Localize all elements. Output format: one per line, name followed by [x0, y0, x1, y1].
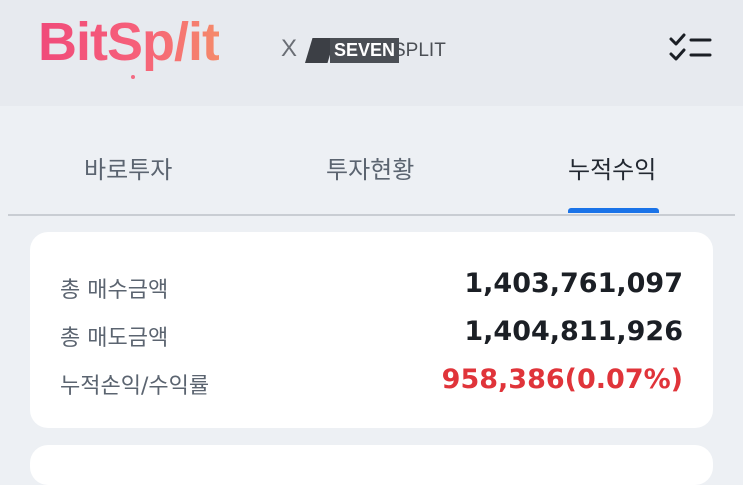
tab-investment-status[interactable]: 투자현황 — [326, 150, 414, 185]
collab-x-mark: X — [281, 35, 298, 62]
tab-cumulative-profit[interactable]: 누적수익 — [568, 150, 656, 185]
total-buy-label: 총 매수금액 — [60, 278, 169, 303]
sevensplit-logo-bold: SEVEN — [330, 38, 400, 63]
profit-summary-card: 총 매수금액 1,403,761,097 총 매도금액 1,404,811,92… — [30, 232, 713, 428]
app-header: BitSp/it X SEVEN SPLIT — [0, 0, 743, 106]
total-sell-label: 총 매도금액 — [60, 326, 169, 351]
tab-bar: 바로투자 투자현황 누적수익 — [8, 106, 735, 216]
tab-quick-invest[interactable]: 바로투자 — [84, 150, 172, 185]
total-buy-value: 1,403,761,097 — [464, 268, 683, 299]
total-sell-row: 총 매도금액 1,404,811,926 — [60, 314, 683, 354]
bitsplit-logo: BitSp/it — [38, 12, 220, 72]
total-sell-value: 1,404,811,926 — [464, 316, 683, 347]
total-buy-row: 총 매수금액 1,403,761,097 — [60, 266, 683, 306]
profit-label: 누적손익/수익률 — [60, 374, 210, 399]
sevensplit-logo-light: SPLIT — [393, 40, 446, 61]
profit-value: 958,386(0.07%) — [441, 364, 683, 395]
next-card — [30, 445, 713, 485]
active-tab-indicator — [568, 208, 659, 213]
checklist-icon[interactable] — [668, 32, 712, 64]
profit-row: 누적손익/수익률 958,386(0.07%) — [60, 362, 683, 402]
logo-dot — [131, 75, 135, 79]
